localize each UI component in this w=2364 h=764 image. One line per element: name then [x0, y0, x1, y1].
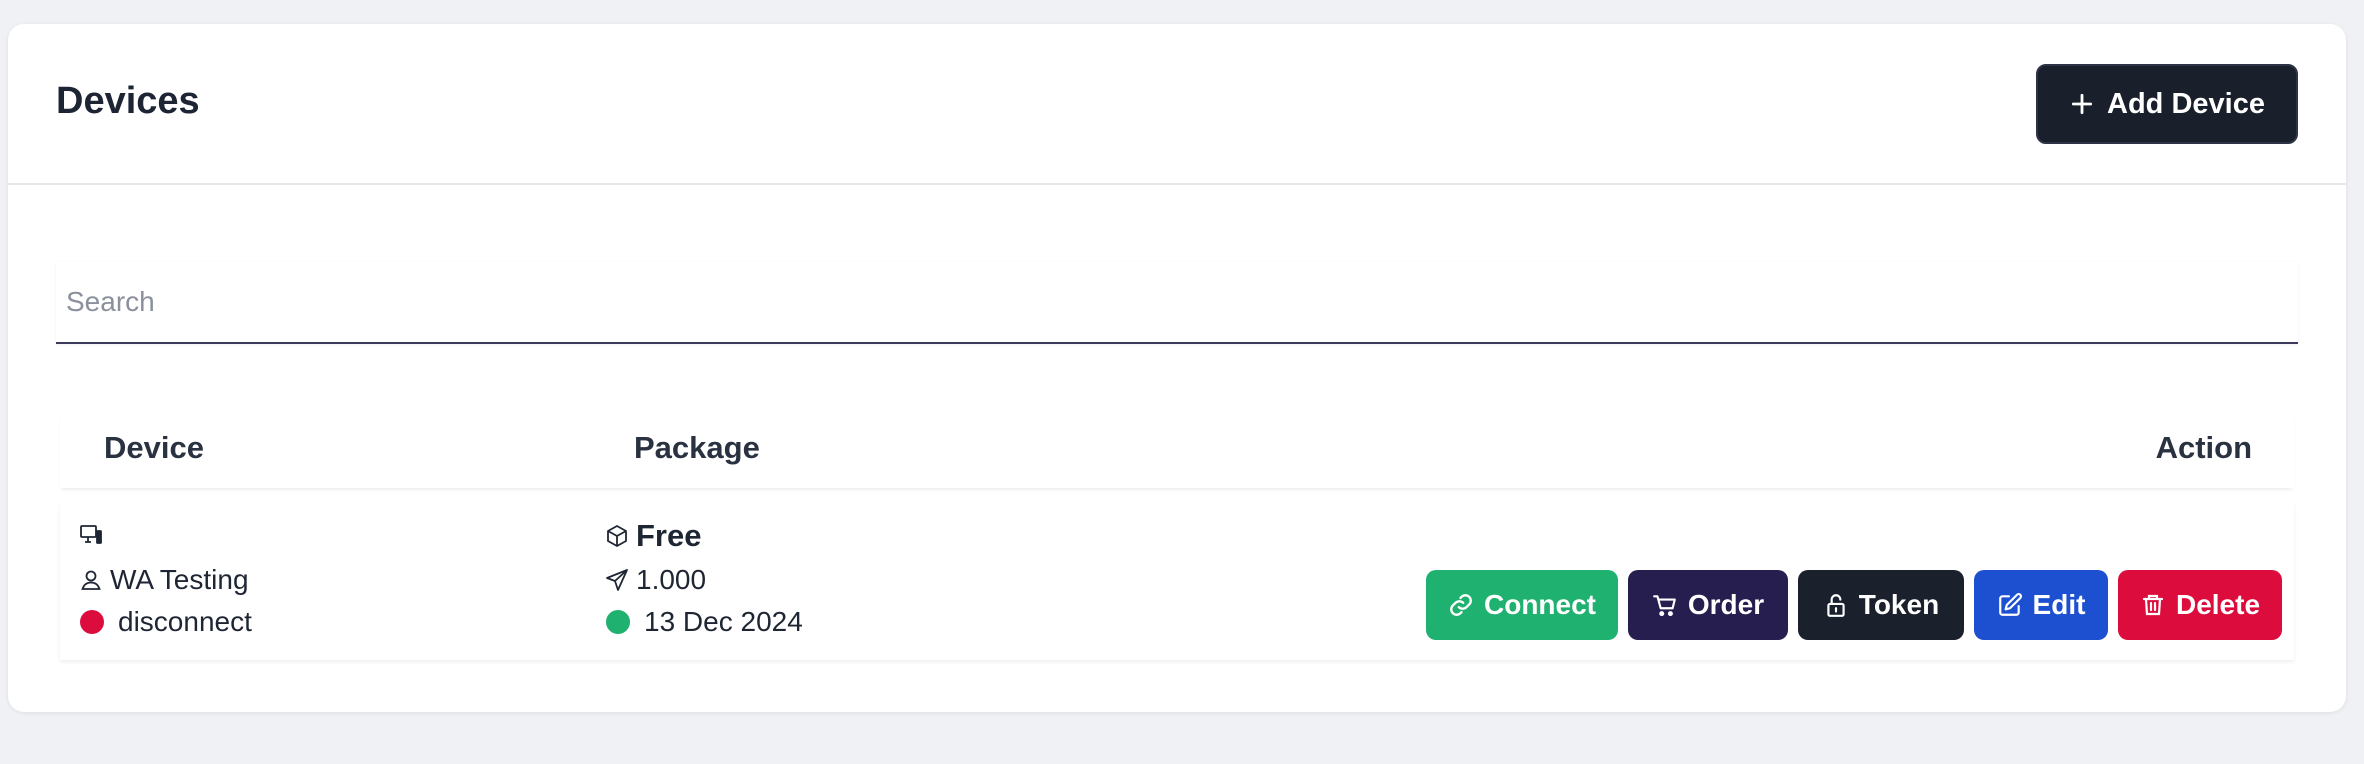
box-icon	[604, 523, 630, 549]
delete-button[interactable]: Delete	[2118, 570, 2282, 640]
column-header-package: Package	[634, 430, 760, 465]
package-name: Free	[636, 518, 702, 553]
send-icon	[604, 567, 630, 593]
column-header-action: Action	[2155, 430, 2252, 465]
cart-icon	[1652, 592, 1678, 618]
expiry-line: 13 Dec 2024	[606, 606, 803, 638]
row-actions: Connect Order Token Edit Delete	[1426, 570, 2282, 640]
owner-line: WA Testing	[78, 564, 249, 596]
edit-label: Edit	[2032, 589, 2086, 620]
token-button[interactable]: Token	[1798, 570, 1964, 640]
expiry-date: 13 Dec 2024	[644, 606, 803, 637]
owner-name: WA Testing	[110, 564, 249, 595]
card-header: Devices Add Device	[8, 24, 2346, 185]
connect-label: Connect	[1484, 589, 1596, 620]
token-label: Token	[1858, 589, 1940, 620]
column-header-device: Device	[104, 430, 204, 465]
device-name-line	[78, 522, 110, 548]
quota-line: 1.000	[604, 564, 706, 596]
add-device-button[interactable]: Add Device	[2036, 64, 2298, 144]
plus-icon	[2069, 91, 2095, 117]
edit-icon	[1997, 592, 2023, 618]
lock-icon	[1823, 592, 1849, 618]
package-line: Free	[604, 518, 701, 554]
monitor-icon	[78, 522, 104, 548]
status-text: disconnect	[118, 606, 252, 637]
status-indicator	[80, 610, 104, 634]
table-row: WA Testing disconnect Free 1.000 13 Dec …	[60, 502, 2294, 660]
add-device-label: Add Device	[2107, 87, 2265, 120]
link-icon	[1448, 592, 1474, 618]
delete-label: Delete	[2175, 589, 2261, 620]
edit-button[interactable]: Edit	[1974, 570, 2108, 640]
connect-button[interactable]: Connect	[1426, 570, 1618, 640]
quota-value: 1.000	[636, 564, 707, 595]
page-title: Devices	[56, 80, 200, 122]
search-bar	[56, 262, 2298, 344]
order-label: Order	[1687, 589, 1765, 620]
table-header: Device Package Action	[60, 412, 2294, 488]
search-input[interactable]	[56, 262, 2298, 342]
devices-card: Devices Add Device Device Package Action…	[8, 24, 2346, 712]
user-icon	[78, 567, 104, 593]
order-button[interactable]: Order	[1628, 570, 1788, 640]
expiry-indicator	[606, 610, 630, 634]
trash-icon	[2140, 592, 2166, 618]
status-line: disconnect	[80, 606, 252, 638]
